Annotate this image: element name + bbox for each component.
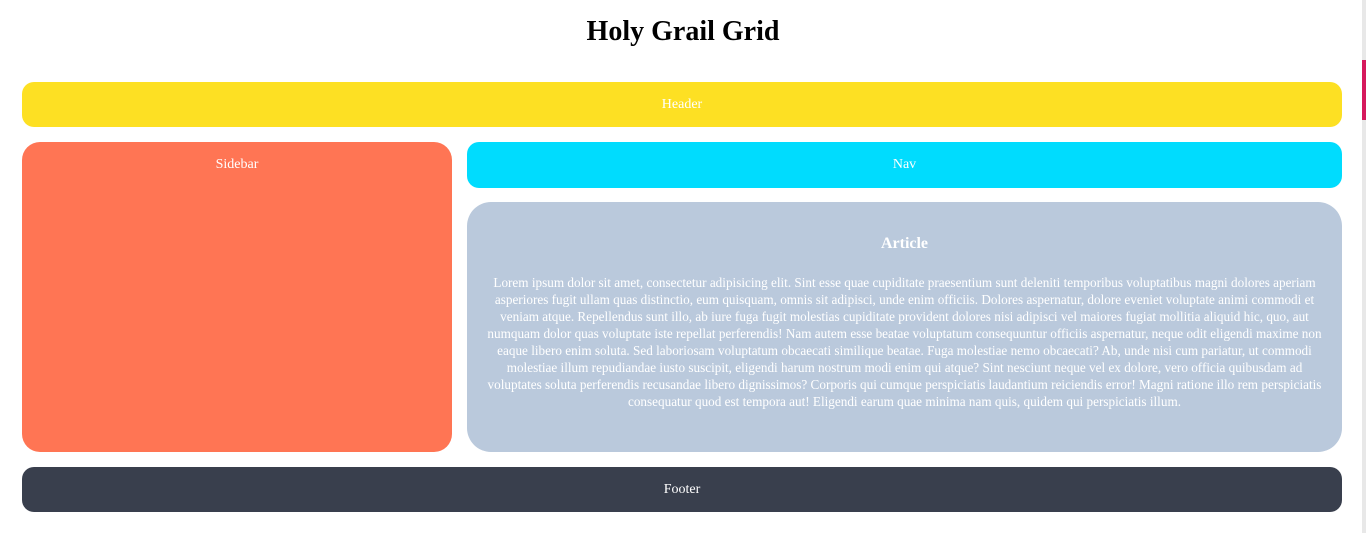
- footer-label: Footer: [663, 482, 701, 497]
- page-title: Holy Grail Grid: [586, 16, 780, 47]
- article-region: Article Lorem ipsum dolor sit amet, cons…: [467, 202, 1342, 452]
- nav-region: Nav: [467, 142, 1342, 188]
- article-title: Article: [880, 235, 929, 252]
- header-label: Header: [661, 97, 703, 112]
- nav-label: Nav: [892, 157, 917, 172]
- header-region: Header: [22, 82, 1342, 127]
- sidebar-region: Sidebar: [22, 142, 452, 452]
- sidebar-label: Sidebar: [215, 157, 259, 172]
- page-scrollbar-thumb[interactable]: [1362, 60, 1366, 120]
- article-body: Lorem ipsum dolor sit amet, consectetur …: [487, 275, 1322, 409]
- footer-region: Footer: [22, 467, 1342, 512]
